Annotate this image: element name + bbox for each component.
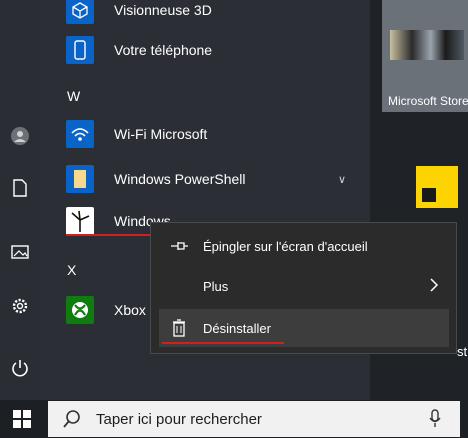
menu-item-plus[interactable]: Plus	[159, 267, 449, 305]
search-placeholder: Taper ici pour rechercher	[96, 410, 262, 428]
store-tile-label: Microsoft Store	[388, 94, 468, 108]
highlight-underline	[66, 234, 150, 236]
search-icon	[62, 408, 84, 430]
pictures-icon[interactable]	[8, 240, 32, 264]
app-wifi-microsoft[interactable]: Wi-Fi Microsoft	[66, 114, 207, 154]
app-label: Wi-Fi Microsoft	[114, 126, 208, 142]
cube-icon	[66, 0, 94, 24]
user-avatar-icon[interactable]	[8, 124, 32, 148]
microphone-icon[interactable]	[428, 409, 442, 433]
trash-icon	[159, 319, 199, 337]
uninstall-underline	[162, 342, 284, 344]
context-menu: Épingler sur l'écran d'accueil Plus Dési…	[150, 222, 457, 354]
phone-icon	[66, 36, 94, 64]
wifi-icon	[66, 120, 94, 148]
sticky-notes-tile[interactable]	[416, 166, 458, 208]
taskbar-search-box[interactable]: Taper ici pour rechercher	[48, 401, 460, 437]
xbox-icon	[66, 296, 94, 324]
app-label: Windows PowerShell	[114, 171, 246, 187]
microsoft-store-tile[interactable]: Microsoft Store	[382, 0, 468, 112]
power-icon[interactable]	[8, 356, 32, 380]
chevron-down-icon[interactable]: ∨	[338, 173, 346, 186]
app-label: Votre téléphone	[114, 42, 213, 58]
windows-logo-icon	[13, 410, 31, 428]
chevron-right-icon	[429, 277, 439, 296]
app-windows-powershell[interactable]: Windows PowerShell	[66, 159, 246, 199]
app-votre-telephone[interactable]: Votre téléphone	[66, 30, 212, 70]
app-visionneuse-3d[interactable]: Visionneuse 3D	[66, 0, 212, 30]
start-button[interactable]	[0, 400, 44, 438]
menu-item-label: Désinstaller	[203, 320, 271, 336]
menu-item-pin-start[interactable]: Épingler sur l'écran d'accueil	[159, 227, 449, 265]
app-label: Visionneuse 3D	[114, 2, 212, 18]
tile-partial-label: st	[457, 344, 468, 359]
start-rail	[0, 0, 40, 400]
documents-icon[interactable]	[8, 176, 32, 200]
letter-header-w[interactable]: W	[67, 88, 80, 104]
pin-icon	[159, 239, 199, 253]
menu-item-label: Épingler sur l'écran d'accueil	[203, 238, 368, 254]
sticky-note-icon	[422, 188, 436, 202]
letter-header-x[interactable]: X	[67, 262, 76, 278]
menu-item-label: Plus	[203, 278, 229, 294]
app-label: Xbox	[114, 302, 146, 318]
wind-turbine-icon	[66, 207, 94, 235]
settings-icon[interactable]	[8, 294, 32, 318]
app-xbox[interactable]: Xbox	[66, 290, 146, 330]
folder-icon	[66, 165, 94, 193]
store-thumbnail-image	[390, 30, 464, 60]
